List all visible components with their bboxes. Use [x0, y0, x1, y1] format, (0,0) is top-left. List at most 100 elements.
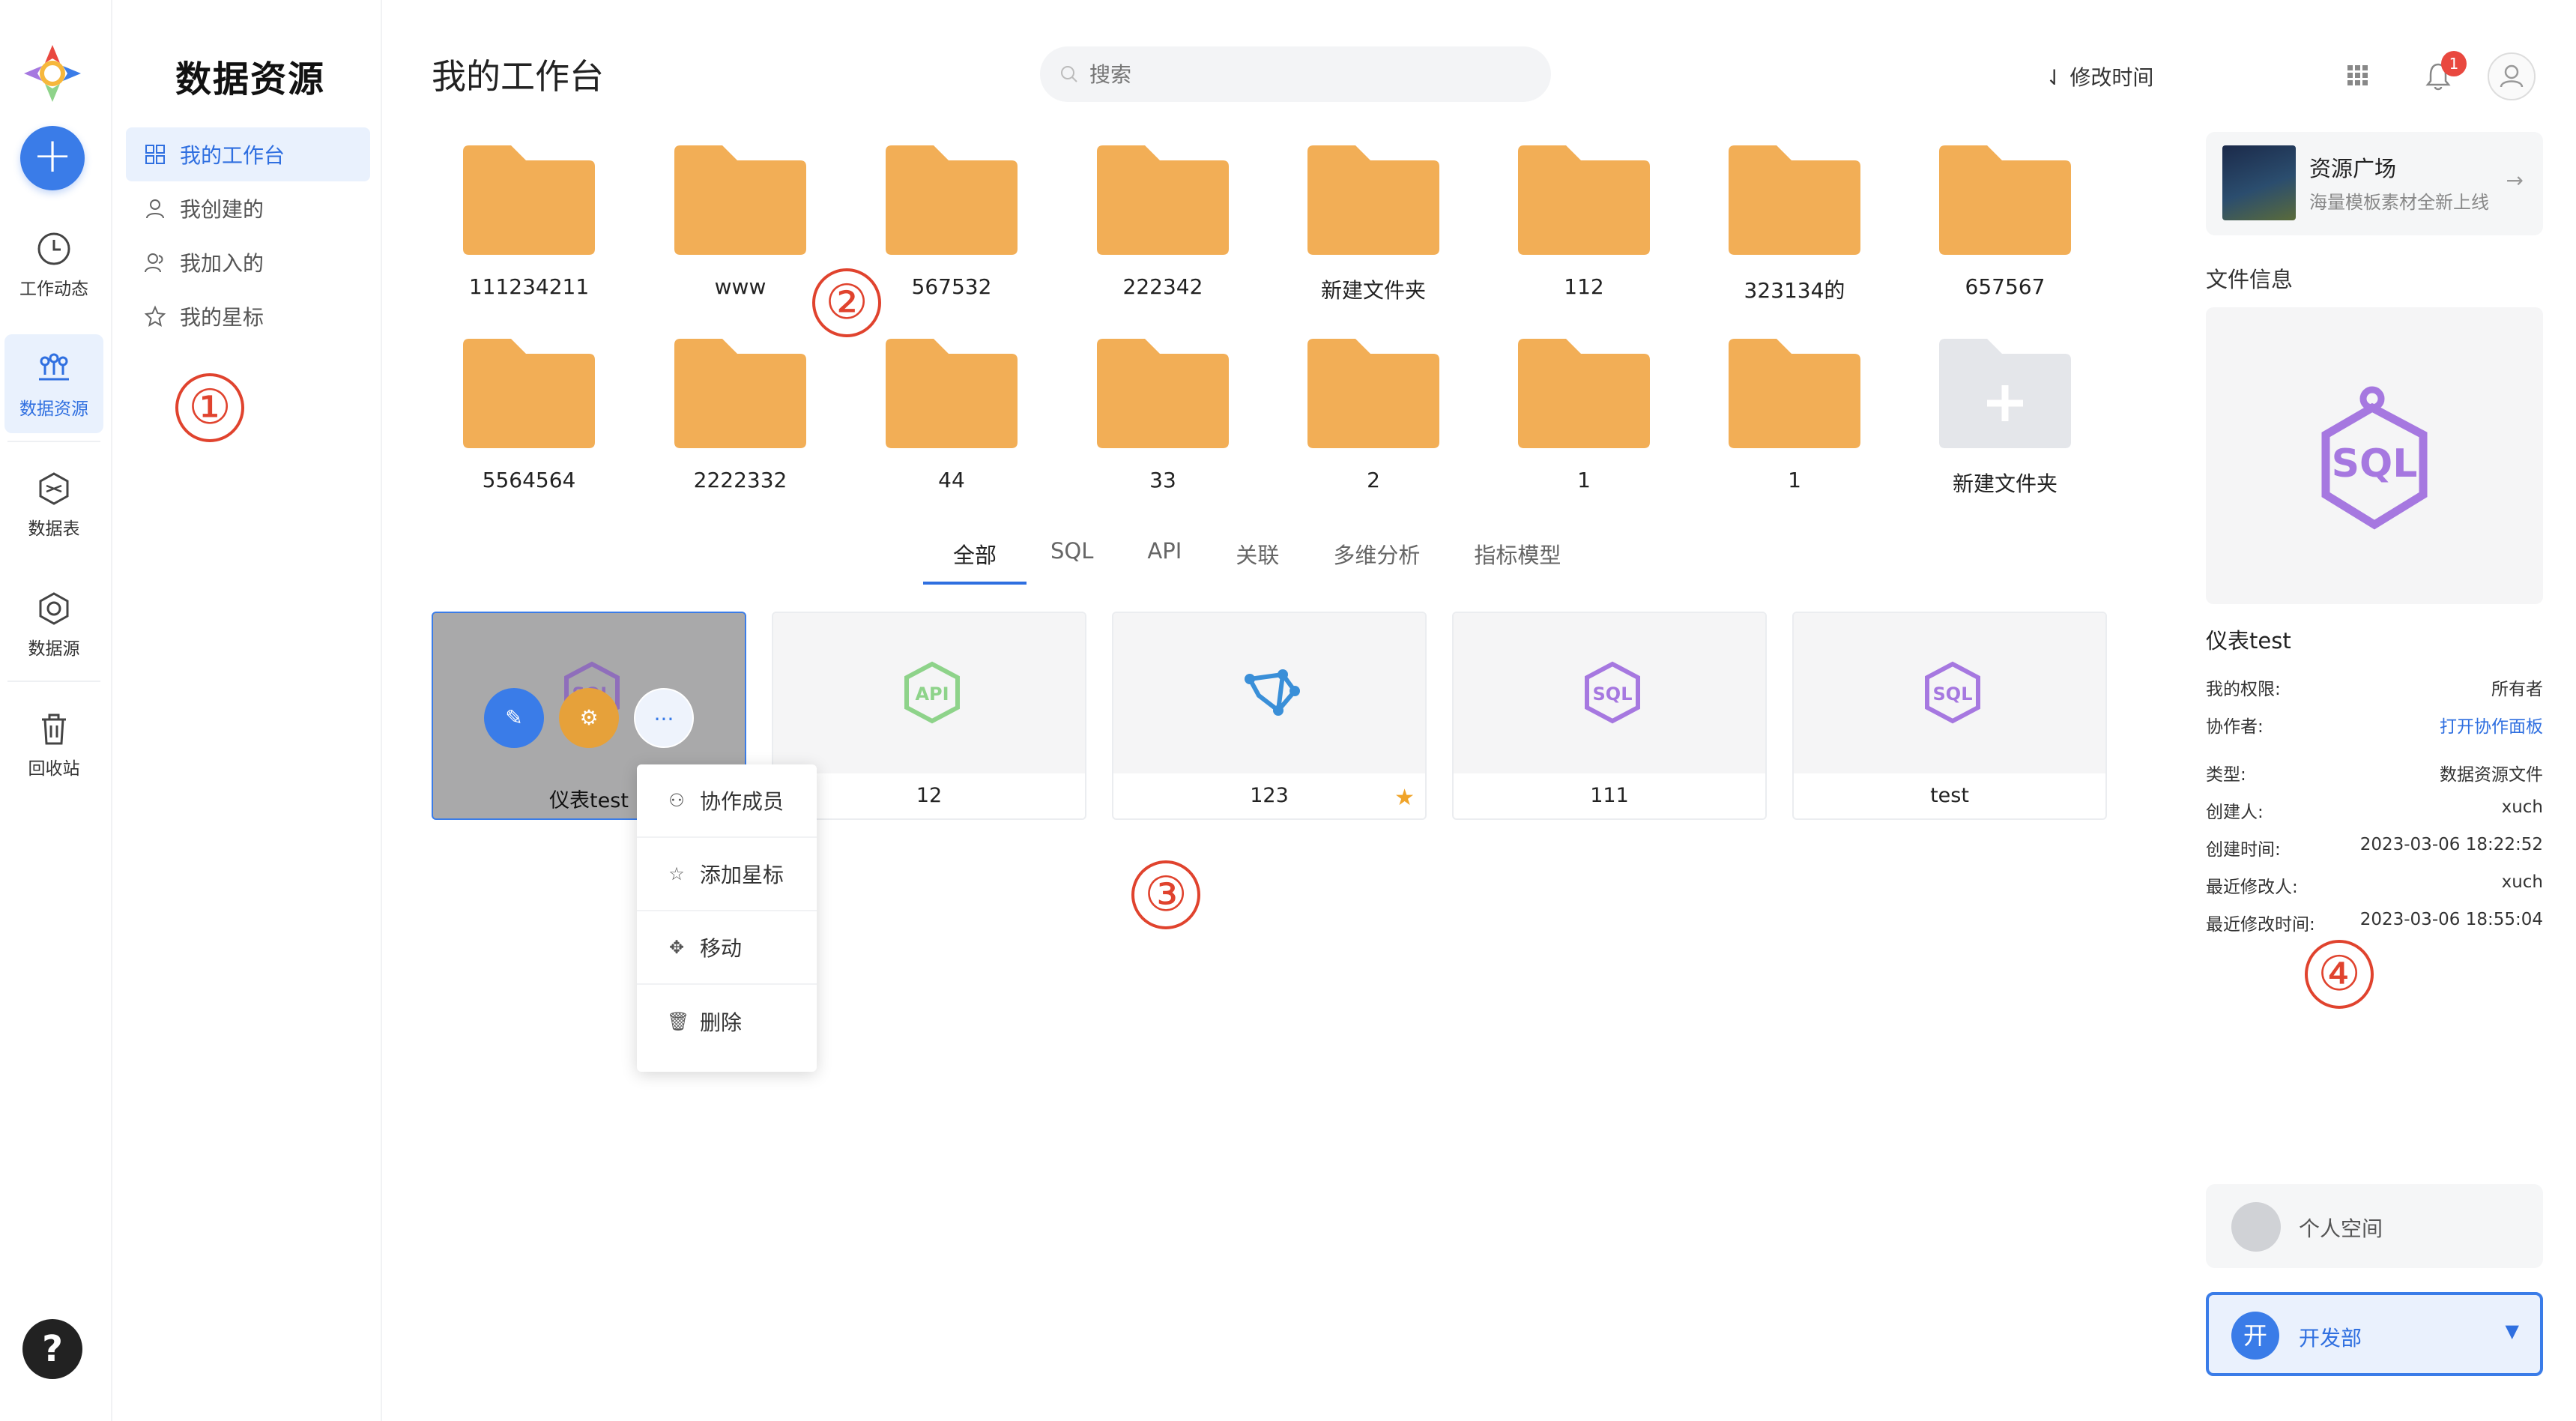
folder-item[interactable]: 5564564	[454, 339, 604, 504]
folder-item[interactable]: www	[665, 145, 815, 310]
resource-card[interactable]: API 12	[772, 612, 1086, 820]
create-button[interactable]: +	[20, 126, 85, 190]
rail-item-data-source[interactable]: 数据源	[4, 574, 103, 673]
rail-item-trash[interactable]: 回收站	[4, 694, 103, 793]
trash-icon	[42, 713, 66, 745]
info-row-collaborators: 协作者: 打开协作面板	[2206, 712, 2543, 737]
folder-label: 323134的	[1744, 278, 1845, 303]
open-collab-panel-link[interactable]: 打开协作面板	[2440, 712, 2543, 737]
tab-sql[interactable]: SQL	[1050, 538, 1093, 585]
pencil-icon: ✎	[505, 705, 523, 730]
user-icon	[146, 199, 164, 219]
folder-item[interactable]: 44	[877, 339, 1027, 504]
rail-item-data-resource[interactable]: 数据资源	[4, 334, 103, 433]
info-row-type: 类型: 数据资源文件	[2206, 760, 2543, 785]
settings-button[interactable]: ⚙	[559, 688, 619, 748]
users-icon	[145, 253, 163, 273]
sql-icon: SQL	[2321, 386, 2428, 530]
card-label: 12	[916, 784, 943, 807]
help-button[interactable]: ?	[22, 1319, 82, 1379]
tab-metric-model[interactable]: 指标模型	[1474, 538, 1561, 585]
folder-icon	[1518, 339, 1650, 448]
folder-item[interactable]: 657567	[1930, 145, 2080, 310]
info-value: 2023-03-06 18:55:04	[2359, 910, 2543, 929]
annotation-marker: ④	[2305, 940, 2374, 1009]
folder-item[interactable]: 111234211	[454, 145, 604, 310]
more-icon: ···	[653, 707, 674, 731]
arrow-right-icon: →	[2506, 168, 2524, 193]
annotation-marker: ①	[175, 373, 244, 442]
info-row-modifier: 最近修改人: xuch	[2206, 872, 2543, 898]
more-button[interactable]: ···	[634, 688, 694, 748]
data-resource-icon	[39, 353, 69, 381]
rail-item-data-table[interactable]: 数据表	[4, 454, 103, 553]
file-name: 仪表test	[2206, 628, 2291, 654]
resource-card[interactable]: SQL test	[1792, 612, 2107, 820]
department-selector[interactable]: 开 开发部 ▼	[2206, 1292, 2543, 1376]
resource-plaza-banner[interactable]: 资源广场 海量模板素材全新上线 →	[2206, 132, 2543, 235]
info-key: 类型:	[2206, 765, 2246, 785]
menu-item-move[interactable]: ✥ 移动	[637, 911, 817, 985]
apps-grid-icon[interactable]	[2347, 64, 2369, 87]
star-icon: ☆	[668, 863, 685, 884]
folder-item[interactable]: 2	[1298, 339, 1448, 504]
folder-item[interactable]: 112	[1509, 145, 1659, 310]
folder-item[interactable]: 567532	[877, 145, 1027, 310]
tab-api[interactable]: API	[1147, 538, 1182, 585]
svg-text:SQL: SQL	[2332, 441, 2418, 486]
folder-label: 新建文件夹	[1320, 278, 1426, 303]
data-source-icon	[39, 592, 69, 625]
sidebar-item-created[interactable]: 我创建的	[126, 181, 370, 235]
sidebar-item-my-workspace[interactable]: 我的工作台	[126, 127, 370, 181]
resource-card[interactable]: SQL 111	[1452, 612, 1767, 820]
user-icon	[2500, 64, 2524, 88]
avatar	[2231, 1202, 2281, 1252]
new-folder-button[interactable]: 新建文件夹	[1930, 339, 2080, 504]
sidebar-title: 数据资源	[175, 58, 326, 100]
rail-item-activity[interactable]: 工作动态	[4, 214, 103, 313]
sidebar-item-joined[interactable]: 我加入的	[126, 235, 370, 289]
svg-text:SQL: SQL	[1933, 684, 1973, 705]
star-icon	[144, 305, 166, 328]
edit-button[interactable]: ✎	[484, 688, 544, 748]
tab-relation[interactable]: 关联	[1236, 538, 1279, 585]
sidebar-item-label: 我加入的	[180, 251, 264, 276]
tab-multidimensional[interactable]: 多维分析	[1333, 538, 1420, 585]
rail-item-label: 数据资源	[19, 399, 88, 419]
folder-label: 112	[1564, 274, 1604, 299]
folder-item[interactable]: 新建文件夹	[1298, 145, 1448, 310]
rail-item-label: 回收站	[28, 759, 80, 779]
user-avatar[interactable]	[2488, 52, 2536, 100]
info-value: xuch	[2501, 797, 2543, 817]
sort-button[interactable]: ⇃ 修改时间	[2046, 61, 2153, 91]
folder-label: www	[714, 274, 767, 299]
info-row-modified-time: 最近修改时间: 2023-03-06 18:55:04	[2206, 910, 2543, 935]
folder-label: 33	[1149, 468, 1176, 492]
folder-icon	[463, 339, 595, 448]
folder-label: 657567	[1965, 274, 2046, 299]
info-key: 创建人:	[2206, 803, 2264, 822]
sql-icon: SQL	[1925, 661, 1980, 724]
folder-item[interactable]: 1	[1509, 339, 1659, 504]
folder-item[interactable]: 33	[1088, 339, 1238, 504]
sidebar-item-starred[interactable]: 我的星标	[126, 289, 370, 343]
api-icon: API	[904, 661, 960, 724]
search-input[interactable]	[1089, 61, 1509, 87]
folder-item[interactable]: 222342	[1088, 145, 1238, 310]
clock-icon	[37, 232, 70, 265]
app-logo[interactable]	[19, 40, 85, 106]
folder-item[interactable]: 323134的	[1720, 145, 1869, 310]
resource-card[interactable]: 123 ★	[1112, 612, 1427, 820]
menu-item-delete[interactable]: 🗑 删除	[637, 985, 817, 1058]
folder-icon	[674, 339, 806, 448]
folder-item[interactable]: 1	[1720, 339, 1869, 504]
menu-item-members[interactable]: ⚇ 协作成员	[637, 764, 817, 838]
card-label: 111	[1590, 784, 1629, 807]
folder-icon	[1729, 339, 1860, 448]
menu-item-add-star[interactable]: ☆ 添加星标	[637, 838, 817, 911]
search-bar[interactable]	[1040, 46, 1551, 102]
folder-icon	[886, 145, 1018, 255]
tab-all[interactable]: 全部	[922, 538, 1027, 585]
personal-space-button[interactable]: 个人空间	[2206, 1184, 2543, 1268]
folder-item[interactable]: 2222332	[665, 339, 815, 504]
